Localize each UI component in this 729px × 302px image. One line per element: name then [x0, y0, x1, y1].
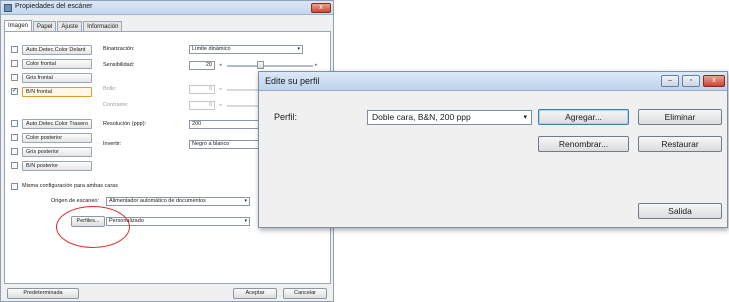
slider-left-arrow-icon[interactable]: ◂ — [219, 62, 222, 68]
scan-source-select[interactable]: Alimentador automático de documentos ▾ — [106, 197, 250, 206]
chevron-down-icon: ▾ — [523, 114, 527, 121]
contrast-field: 0 — [189, 101, 215, 110]
dialog-close-button[interactable]: x — [703, 75, 725, 87]
default-button[interactable]: Predeterminada — [7, 288, 79, 299]
add-button[interactable]: Agregar... — [538, 109, 629, 125]
chevron-down-icon: ▾ — [244, 198, 247, 204]
image-type-gray-back[interactable]: Gris posterior — [22, 147, 92, 157]
cancel-button[interactable]: Cancelar — [283, 288, 327, 299]
binarization-value: Límite dinámico — [192, 46, 231, 52]
binarization-label: Binarización: — [103, 46, 135, 52]
resolution-select[interactable]: 200 — [189, 120, 259, 129]
slider-left-arrow-icon: ◂ — [219, 102, 222, 108]
scanner-app-icon — [4, 4, 12, 12]
sensitivity-field[interactable]: 20 — [189, 61, 215, 70]
restore-button[interactable]: Restaurar — [638, 136, 722, 152]
close-button[interactable]: x — [311, 3, 331, 13]
checkbox-color-back[interactable] — [11, 134, 18, 141]
window-title: Propiedades del escáner — [15, 3, 93, 10]
image-type-color-back[interactable]: Color posterior — [22, 133, 92, 143]
highlight-annotation — [56, 206, 130, 248]
image-type-auto-color-front[interactable]: Auto.Detec.Color Delant — [22, 45, 92, 55]
scan-source-label: Origen de escaneo: — [51, 198, 100, 204]
profile-dropdown-value: Doble cara, B&N, 200 ppp — [372, 112, 471, 122]
rename-button[interactable]: Renombrar... — [538, 136, 629, 152]
dialog-title-bar: Edite su perfil – ▫ x — [259, 72, 727, 91]
maximize-button[interactable]: ▫ — [682, 75, 700, 87]
checkbox-auto-color-back[interactable] — [11, 120, 18, 127]
contrast-label: Contraste: — [103, 102, 129, 108]
sensitivity-slider-track[interactable] — [227, 65, 313, 67]
invert-label: Invertir: — [103, 141, 122, 147]
image-type-auto-color-back[interactable]: Auto.Detec.Color Trasero — [22, 119, 92, 129]
sensitivity-slider-thumb[interactable] — [257, 61, 264, 69]
image-type-bw-front[interactable]: B/N frontal — [22, 87, 92, 97]
profile-label: Perfil: — [274, 112, 298, 122]
slider-left-arrow-icon: ◂ — [219, 86, 222, 92]
scan-source-value: Alimentador automático de documentos — [109, 198, 206, 204]
delete-button[interactable]: Eliminar — [638, 109, 722, 125]
image-type-gray-front[interactable]: Gris frontal — [22, 73, 92, 83]
chevron-down-icon: ▾ — [297, 46, 300, 52]
minimize-button[interactable]: – — [661, 75, 679, 87]
resolution-label: Resolución (ppp): — [103, 121, 147, 127]
image-type-bw-back[interactable]: B/N posterior — [22, 161, 92, 171]
slider-right-arrow-icon[interactable]: ▸ — [315, 62, 318, 68]
checkbox-auto-color-front[interactable] — [11, 46, 18, 53]
chevron-down-icon: ▾ — [244, 218, 247, 224]
same-config-label: Misma configuración para ambas caras — [22, 183, 118, 189]
checkbox-gray-front[interactable] — [11, 74, 18, 81]
edit-profile-dialog: Edite su perfil – ▫ x Perfil: Doble cara… — [258, 71, 728, 228]
checkbox-bw-front[interactable]: ✓ — [11, 88, 18, 95]
sensitivity-label: Sensibilidad: — [103, 62, 135, 68]
brightness-label: Brillo: — [103, 86, 117, 92]
brightness-field: 0 — [189, 85, 215, 94]
same-config-checkbox[interactable] — [11, 183, 18, 190]
invert-select[interactable]: Negro a blanco — [189, 140, 259, 149]
profile-dropdown[interactable]: Doble cara, B&N, 200 ppp ▾ — [367, 110, 532, 125]
title-bar: Propiedades del escáner x — [1, 1, 333, 15]
image-type-color-front[interactable]: Color frontal — [22, 59, 92, 69]
checkbox-gray-back[interactable] — [11, 148, 18, 155]
binarization-select[interactable]: Límite dinámico ▾ — [189, 45, 303, 54]
checkbox-bw-back[interactable] — [11, 162, 18, 169]
exit-button[interactable]: Salida — [638, 203, 722, 219]
checkbox-color-front[interactable] — [11, 60, 18, 67]
accept-button[interactable]: Aceptar — [233, 288, 277, 299]
dialog-title: Edite su perfil — [265, 76, 320, 86]
